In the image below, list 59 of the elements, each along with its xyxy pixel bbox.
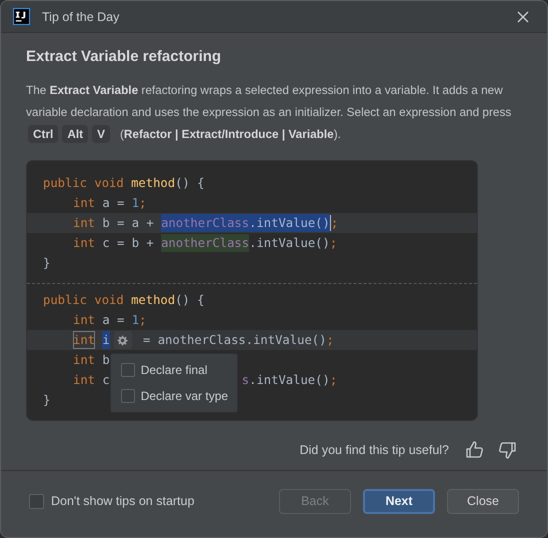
code-token: anotherClass bbox=[161, 235, 250, 252]
code-token: int bbox=[73, 372, 96, 389]
dialog-button[interactable]: Close bbox=[447, 488, 519, 514]
code-token: int bbox=[73, 215, 96, 232]
code-token: method bbox=[131, 292, 176, 309]
code-token: b bbox=[101, 352, 110, 369]
code-token: a = bbox=[101, 312, 126, 329]
checkbox[interactable] bbox=[120, 363, 135, 377]
code-token: ; bbox=[330, 372, 338, 389]
menu-path: (Refactor | Extract/Introduce | Variable). bbox=[120, 126, 341, 143]
code-token: int bbox=[73, 195, 96, 212]
code-token: () { bbox=[175, 292, 204, 309]
code-token: 1 bbox=[132, 312, 140, 329]
close-icon[interactable] bbox=[517, 10, 529, 22]
code-token: public void bbox=[43, 292, 125, 309]
feedback-question: Did you find this tip useful? bbox=[300, 443, 449, 457]
code-token: ; bbox=[139, 312, 146, 329]
code-token: } bbox=[43, 255, 50, 272]
code-token: .intValue() bbox=[249, 372, 330, 389]
shortcut-key: Alt bbox=[62, 125, 88, 143]
code-token: i bbox=[102, 332, 110, 349]
code-token: int bbox=[73, 332, 96, 349]
shortcut-key: V bbox=[92, 125, 110, 143]
code-token: ; bbox=[330, 215, 338, 232]
code-token: b = a + bbox=[101, 215, 155, 232]
thumbs-up-icon[interactable] bbox=[465, 440, 485, 460]
shortcut-key: Ctrl bbox=[28, 125, 58, 143]
code-token: anotherClass bbox=[161, 215, 250, 232]
settings-icon[interactable] bbox=[114, 331, 132, 349]
code-token: () { bbox=[175, 175, 204, 192]
option-label[interactable]: Declare final bbox=[140, 360, 208, 380]
code-token: } bbox=[43, 392, 50, 409]
code-token: c = b + bbox=[101, 235, 155, 252]
thumbs-down-icon[interactable] bbox=[497, 440, 517, 460]
code-token: = anotherClass.intValue() bbox=[142, 332, 326, 349]
code-token: .intValue() bbox=[249, 235, 330, 252]
checkbox[interactable] bbox=[120, 389, 135, 403]
code-token: method bbox=[131, 175, 176, 192]
code-token: a = bbox=[101, 195, 126, 212]
code-token: ; bbox=[139, 195, 146, 212]
app-logo-icon bbox=[13, 8, 30, 25]
tip-title: Extract Variable refactoring bbox=[26, 48, 222, 65]
code-token: c bbox=[101, 372, 110, 389]
window-title: Tip of the Day bbox=[42, 10, 120, 24]
dialog-button[interactable]: Next bbox=[363, 488, 435, 514]
code-token: public void bbox=[43, 175, 125, 192]
text-caret bbox=[330, 215, 331, 231]
code-token: ; bbox=[326, 332, 334, 349]
checkbox[interactable] bbox=[29, 494, 44, 508]
code-token: 1 bbox=[132, 195, 140, 212]
checkbox-label[interactable]: Don't show tips on startup bbox=[51, 494, 194, 508]
tip-description: The Extract Variable refactoring wraps a selected expression into a variable. It adds a new variable declaration and uses the expression as an initializer. Select an expression and press bbox=[26, 82, 512, 121]
code-token: int bbox=[73, 352, 96, 369]
code-token: ; bbox=[330, 235, 338, 252]
code-token: int bbox=[73, 235, 96, 252]
code-token: .intValue() bbox=[249, 215, 330, 232]
option-label[interactable]: Declare var type bbox=[140, 386, 228, 406]
code-token: int bbox=[73, 312, 96, 329]
code-token: s bbox=[242, 372, 250, 389]
